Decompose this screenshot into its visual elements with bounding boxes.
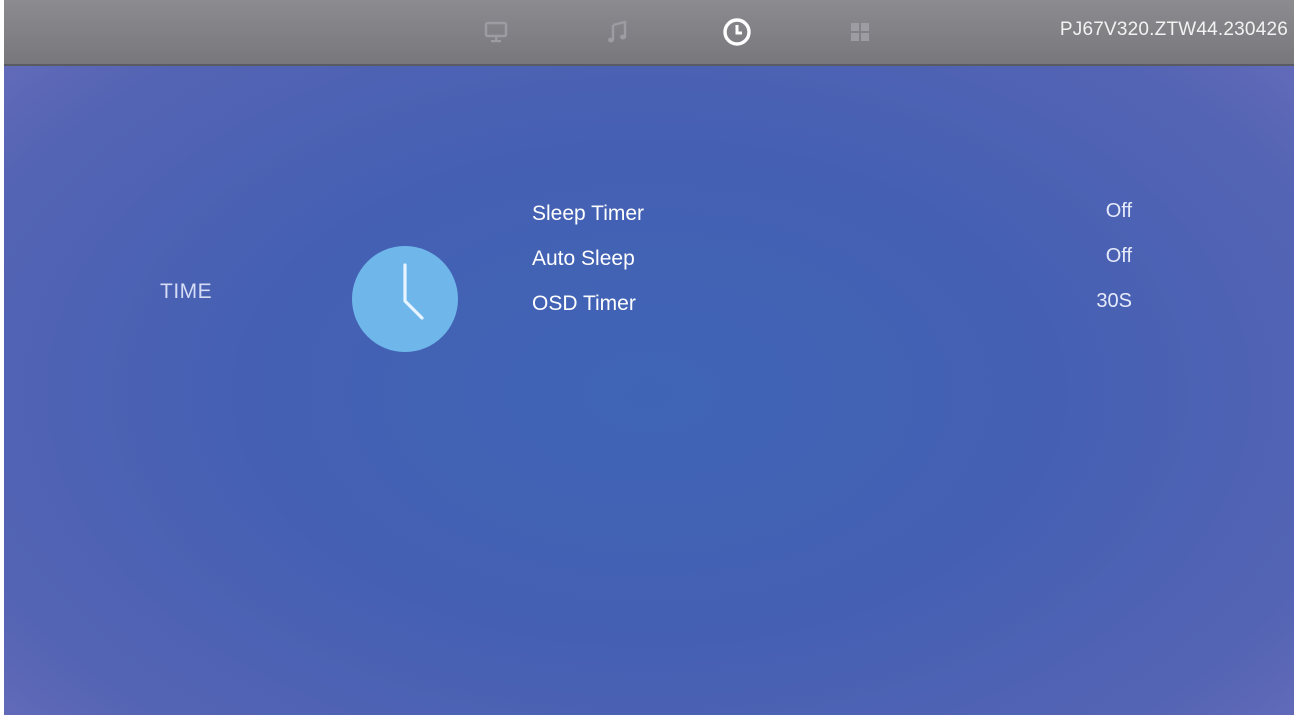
monitor-icon xyxy=(484,21,508,43)
music-note-icon xyxy=(608,20,627,43)
tab-setup[interactable] xyxy=(844,16,876,48)
clock-icon xyxy=(352,246,458,352)
menu-item-label: Sleep Timer xyxy=(532,202,645,225)
menu-item-value: Off xyxy=(1105,200,1132,222)
firmware-version: PJ67V320.ZTW44.230426 xyxy=(1059,19,1288,40)
top-tab-bar: PJ67V320.ZTW44.230426 xyxy=(4,0,1294,66)
menu-item-label: OSD Timer xyxy=(532,292,636,315)
tab-sound[interactable] xyxy=(602,16,634,48)
menu-item-auto-sleep[interactable]: Auto Sleep Off xyxy=(532,243,1132,288)
menu-item-value: Off xyxy=(1105,245,1132,267)
menu-item-osd-timer[interactable]: OSD Timer 30S xyxy=(532,288,1132,333)
menu-item-value: 30S xyxy=(1096,290,1132,312)
menu-item-sleep-timer[interactable]: Sleep Timer Off xyxy=(532,198,1132,243)
tab-picture[interactable] xyxy=(480,16,512,48)
apps-grid-icon xyxy=(851,23,869,41)
tab-time[interactable] xyxy=(721,16,753,48)
menu-item-label: Auto Sleep xyxy=(532,247,635,270)
time-settings-menu: Sleep Timer Off Auto Sleep Off OSD Timer… xyxy=(532,198,1132,333)
clock-icon xyxy=(723,18,751,46)
osd-screen: PJ67V320.ZTW44.230426 TIME Sleep Timer O… xyxy=(4,0,1294,715)
category-title: TIME xyxy=(160,280,213,303)
